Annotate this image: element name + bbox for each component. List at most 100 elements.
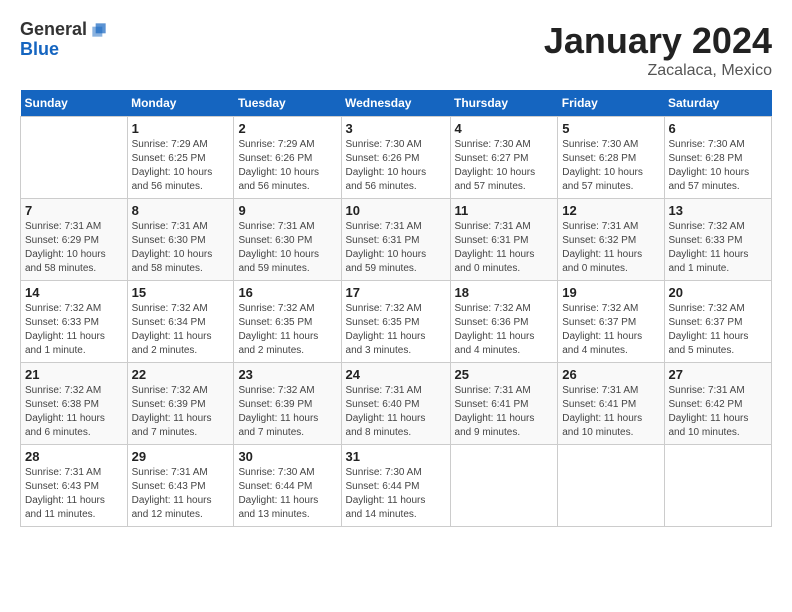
calendar-cell: 7 Sunrise: 7:31 AM Sunset: 6:29 PM Daylig…: [21, 199, 128, 281]
day-info: Sunrise: 7:31 AM Sunset: 6:41 PM Dayligh…: [455, 384, 554, 440]
col-header-sunday: Sunday: [21, 90, 128, 117]
calendar-cell: 12 Sunrise: 7:31 AM Sunset: 6:32 PM Dayli…: [558, 199, 664, 281]
day-number: 14: [25, 285, 123, 300]
calendar-cell: 20 Sunrise: 7:32 AM Sunset: 6:37 PM Dayli…: [664, 281, 772, 363]
logo-blue: Blue: [20, 40, 87, 60]
day-info: Sunrise: 7:32 AM Sunset: 6:39 PM Dayligh…: [238, 384, 336, 440]
col-header-wednesday: Wednesday: [341, 90, 450, 117]
calendar-cell: 5 Sunrise: 7:30 AM Sunset: 6:28 PM Daylig…: [558, 117, 664, 199]
day-info: Sunrise: 7:31 AM Sunset: 6:29 PM Dayligh…: [25, 220, 123, 276]
day-info: Sunrise: 7:30 AM Sunset: 6:44 PM Dayligh…: [346, 466, 446, 522]
day-number: 27: [669, 367, 768, 382]
calendar-cell: 3Sunrise: 7:30 AM Sunset: 6:26 PM Daylig…: [341, 117, 450, 199]
month-title: January 2024: [544, 20, 772, 62]
day-info: Sunrise: 7:32 AM Sunset: 6:36 PM Dayligh…: [455, 302, 554, 358]
calendar-cell: 24Sunrise: 7:31 AM Sunset: 6:40 PM Dayli…: [341, 363, 450, 445]
day-number: 20: [669, 285, 768, 300]
day-number: 8: [132, 203, 230, 218]
day-info: Sunrise: 7:31 AM Sunset: 6:42 PM Dayligh…: [669, 384, 768, 440]
day-info: Sunrise: 7:32 AM Sunset: 6:39 PM Dayligh…: [132, 384, 230, 440]
week-row-5: 28 Sunrise: 7:31 AM Sunset: 6:43 PM Dayli…: [21, 445, 772, 527]
day-number: 1: [132, 121, 230, 136]
day-info: Sunrise: 7:31 AM Sunset: 6:43 PM Dayligh…: [132, 466, 230, 522]
day-info: Sunrise: 7:31 AM Sunset: 6:30 PM Dayligh…: [132, 220, 230, 276]
day-info: Sunrise: 7:32 AM Sunset: 6:34 PM Dayligh…: [132, 302, 230, 358]
calendar-cell: 28 Sunrise: 7:31 AM Sunset: 6:43 PM Dayli…: [21, 445, 128, 527]
day-info: Sunrise: 7:30 AM Sunset: 6:27 PM Dayligh…: [455, 138, 554, 194]
calendar-cell: 15 Sunrise: 7:32 AM Sunset: 6:34 PM Dayli…: [127, 281, 234, 363]
day-number: 29: [132, 449, 230, 464]
calendar-cell: [664, 445, 772, 527]
day-info: Sunrise: 7:30 AM Sunset: 6:28 PM Dayligh…: [562, 138, 659, 194]
calendar-cell: 25 Sunrise: 7:31 AM Sunset: 6:41 PM Dayli…: [450, 363, 558, 445]
day-number: 24: [346, 367, 446, 382]
day-info: Sunrise: 7:29 AM Sunset: 6:26 PM Dayligh…: [238, 138, 336, 194]
calendar-cell: 14 Sunrise: 7:32 AM Sunset: 6:33 PM Dayli…: [21, 281, 128, 363]
calendar-cell: 17 Sunrise: 7:32 AM Sunset: 6:35 PM Dayli…: [341, 281, 450, 363]
day-info: Sunrise: 7:31 AM Sunset: 6:41 PM Dayligh…: [562, 384, 659, 440]
calendar-cell: 11 Sunrise: 7:31 AM Sunset: 6:31 PM Dayli…: [450, 199, 558, 281]
calendar-cell: 26 Sunrise: 7:31 AM Sunset: 6:41 PM Dayli…: [558, 363, 664, 445]
day-number: 9: [238, 203, 336, 218]
day-info: Sunrise: 7:31 AM Sunset: 6:31 PM Dayligh…: [455, 220, 554, 276]
calendar-cell: 1Sunrise: 7:29 AM Sunset: 6:25 PM Daylig…: [127, 117, 234, 199]
day-info: Sunrise: 7:32 AM Sunset: 6:35 PM Dayligh…: [346, 302, 446, 358]
page-header: General Blue January 2024 Zacalaca, Mexi…: [20, 20, 772, 80]
day-info: Sunrise: 7:31 AM Sunset: 6:32 PM Dayligh…: [562, 220, 659, 276]
calendar-cell: 18Sunrise: 7:32 AM Sunset: 6:36 PM Dayli…: [450, 281, 558, 363]
day-number: 15: [132, 285, 230, 300]
calendar-cell: [558, 445, 664, 527]
calendar-cell: 31Sunrise: 7:30 AM Sunset: 6:44 PM Dayli…: [341, 445, 450, 527]
day-number: 28: [25, 449, 123, 464]
calendar-cell: 16Sunrise: 7:32 AM Sunset: 6:35 PM Dayli…: [234, 281, 341, 363]
week-row-4: 21 Sunrise: 7:32 AM Sunset: 6:38 PM Dayli…: [21, 363, 772, 445]
day-info: Sunrise: 7:32 AM Sunset: 6:37 PM Dayligh…: [562, 302, 659, 358]
week-row-3: 14 Sunrise: 7:32 AM Sunset: 6:33 PM Dayli…: [21, 281, 772, 363]
day-number: 26: [562, 367, 659, 382]
logo: General Blue: [20, 20, 109, 60]
calendar-cell: 21 Sunrise: 7:32 AM Sunset: 6:38 PM Dayli…: [21, 363, 128, 445]
day-number: 2: [238, 121, 336, 136]
calendar-cell: 19 Sunrise: 7:32 AM Sunset: 6:37 PM Dayli…: [558, 281, 664, 363]
day-number: 17: [346, 285, 446, 300]
col-header-tuesday: Tuesday: [234, 90, 341, 117]
calendar-table: SundayMondayTuesdayWednesdayThursdayFrid…: [20, 90, 772, 527]
calendar-cell: 9 Sunrise: 7:31 AM Sunset: 6:30 PM Daylig…: [234, 199, 341, 281]
calendar-cell: 6Sunrise: 7:30 AM Sunset: 6:28 PM Daylig…: [664, 117, 772, 199]
calendar-cell: 22Sunrise: 7:32 AM Sunset: 6:39 PM Dayli…: [127, 363, 234, 445]
day-info: Sunrise: 7:32 AM Sunset: 6:38 PM Dayligh…: [25, 384, 123, 440]
calendar-cell: [450, 445, 558, 527]
logo-general: General: [20, 20, 87, 40]
day-info: Sunrise: 7:32 AM Sunset: 6:35 PM Dayligh…: [238, 302, 336, 358]
day-number: 3: [346, 121, 446, 136]
column-header-row: SundayMondayTuesdayWednesdayThursdayFrid…: [21, 90, 772, 117]
day-number: 10: [346, 203, 446, 218]
week-row-2: 7 Sunrise: 7:31 AM Sunset: 6:29 PM Daylig…: [21, 199, 772, 281]
logo-icon: [89, 20, 109, 40]
day-number: 21: [25, 367, 123, 382]
day-info: Sunrise: 7:30 AM Sunset: 6:28 PM Dayligh…: [669, 138, 768, 194]
day-number: 4: [455, 121, 554, 136]
day-number: 11: [455, 203, 554, 218]
day-info: Sunrise: 7:32 AM Sunset: 6:33 PM Dayligh…: [669, 220, 768, 276]
calendar-cell: 10Sunrise: 7:31 AM Sunset: 6:31 PM Dayli…: [341, 199, 450, 281]
calendar-cell: 30Sunrise: 7:30 AM Sunset: 6:44 PM Dayli…: [234, 445, 341, 527]
day-info: Sunrise: 7:32 AM Sunset: 6:37 PM Dayligh…: [669, 302, 768, 358]
day-number: 23: [238, 367, 336, 382]
day-number: 5: [562, 121, 659, 136]
day-info: Sunrise: 7:31 AM Sunset: 6:43 PM Dayligh…: [25, 466, 123, 522]
day-number: 19: [562, 285, 659, 300]
day-number: 25: [455, 367, 554, 382]
calendar-cell: 2 Sunrise: 7:29 AM Sunset: 6:26 PM Daylig…: [234, 117, 341, 199]
calendar-cell: 13Sunrise: 7:32 AM Sunset: 6:33 PM Dayli…: [664, 199, 772, 281]
title-block: January 2024 Zacalaca, Mexico: [544, 20, 772, 80]
col-header-friday: Friday: [558, 90, 664, 117]
col-header-monday: Monday: [127, 90, 234, 117]
day-info: Sunrise: 7:32 AM Sunset: 6:33 PM Dayligh…: [25, 302, 123, 358]
day-number: 7: [25, 203, 123, 218]
day-number: 12: [562, 203, 659, 218]
calendar-cell: 4 Sunrise: 7:30 AM Sunset: 6:27 PM Daylig…: [450, 117, 558, 199]
calendar-cell: 8 Sunrise: 7:31 AM Sunset: 6:30 PM Daylig…: [127, 199, 234, 281]
calendar-cell: 29 Sunrise: 7:31 AM Sunset: 6:43 PM Dayli…: [127, 445, 234, 527]
day-info: Sunrise: 7:31 AM Sunset: 6:30 PM Dayligh…: [238, 220, 336, 276]
